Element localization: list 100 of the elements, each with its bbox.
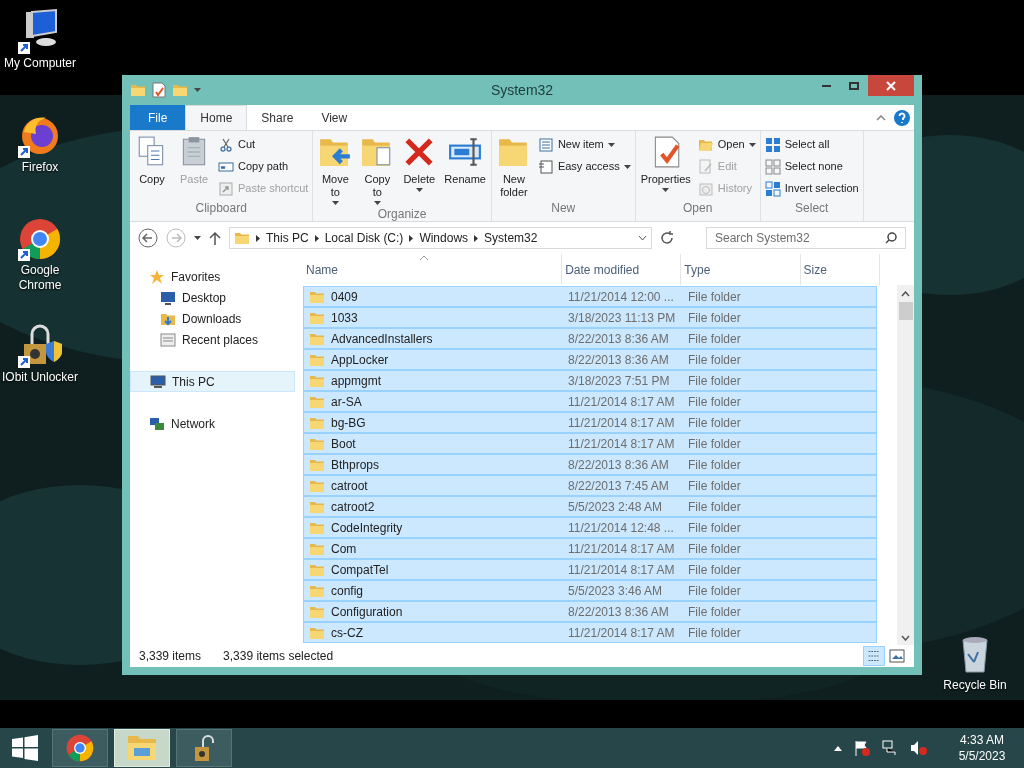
nav-item[interactable]: Favorites	[130, 266, 295, 287]
file-row[interactable]: Boot 11/21/2014 8:17 AM File folder	[303, 433, 877, 454]
file-row[interactable]: CompatTel 11/21/2014 8:17 AM File folder	[303, 559, 877, 580]
type-cell-text: File folder	[687, 498, 742, 516]
file-row[interactable]: Bthprops 8/22/2013 8:36 AM File folder	[303, 454, 877, 475]
group-label: New	[550, 200, 577, 217]
file-row[interactable]: catroot 8/22/2013 7:45 AM File folder	[303, 475, 877, 496]
file-tab[interactable]: File	[130, 105, 186, 130]
file-name: catroot2	[331, 498, 375, 516]
file-name: catroot	[331, 477, 368, 495]
file-row[interactable]: bg-BG 11/21/2014 8:17 AM File folder	[303, 412, 877, 433]
file-row[interactable]: catroot2 5/5/2023 2:48 AM File folder	[303, 496, 877, 517]
group-label: Organize	[376, 206, 428, 223]
status-text: 3,339 items selected	[223, 648, 334, 665]
ribbon-button[interactable]: New item	[535, 135, 633, 154]
file-name: 0409	[331, 288, 358, 306]
breadcrumb-item[interactable]: Local Disk (C:)	[324, 229, 404, 247]
type-cell-text: File folder	[687, 603, 742, 621]
file-row[interactable]: appmgmt 3/18/2023 7:51 PM File folder	[303, 370, 877, 391]
file-name: 1033	[331, 309, 358, 327]
ribbon-button[interactable]: Properties	[637, 135, 694, 192]
nav-item[interactable]: Recent places	[130, 329, 295, 350]
type-cell-text: File folder	[687, 540, 742, 558]
group-label: Open	[682, 200, 714, 217]
nav-item[interactable]: This PC	[130, 371, 295, 392]
search-input[interactable]: Search System32	[715, 229, 885, 247]
date-cell-text: 11/21/2014 8:17 AM	[567, 414, 676, 432]
desktop-icon-label[interactable]: Recycle Bin	[943, 678, 1007, 693]
ribbon-button[interactable]: Cut	[216, 135, 311, 154]
date-cell-text: 8/22/2013 8:36 AM	[567, 330, 670, 348]
breadcrumb-item[interactable]: System32	[484, 229, 538, 247]
ribbon-button[interactable]: Invert selection	[762, 179, 861, 198]
address-bar[interactable]: This PC Local Disk (C:) Windows System32	[229, 227, 652, 249]
file-name: AppLocker	[331, 351, 389, 369]
ribbon-button[interactable]: Copy path	[216, 157, 311, 176]
column-header[interactable]: Type	[681, 254, 801, 285]
ribbon-button[interactable]: Delete	[399, 135, 440, 192]
date-cell-text: 11/21/2014 8:17 AM	[567, 561, 676, 579]
desktop-icon-label[interactable]: My Computer	[4, 56, 76, 71]
file-row[interactable]: ar-SA 11/21/2014 8:17 AM File folder	[303, 391, 877, 412]
ribbon-button[interactable]: Select none	[762, 157, 861, 176]
desktop-icon-label[interactable]: Google Chrome	[0, 263, 80, 293]
ribbon-tab[interactable]: Home	[185, 105, 248, 130]
clock[interactable]: 4:33 AM 5/5/2023	[952, 732, 1012, 764]
file-name: Bthprops	[331, 456, 380, 474]
date-cell-text: 8/22/2013 8:36 AM	[567, 603, 670, 621]
nav-item[interactable]: Downloads	[130, 308, 295, 329]
search-field[interactable]: Search System32	[706, 227, 906, 249]
file-name: CodeIntegrity	[331, 519, 403, 537]
date-cell-text: 3/18/2023 11:13 PM	[567, 309, 677, 327]
file-row[interactable]: AdvancedInstallers 8/22/2013 8:36 AM File folder	[303, 328, 877, 349]
type-cell-text: File folder	[687, 372, 742, 390]
ribbon-button[interactable]: New folder	[493, 135, 534, 199]
file-row[interactable]: 1033 3/18/2023 11:13 PM File folder	[303, 307, 877, 328]
type-cell-text: File folder	[687, 477, 742, 495]
file-name: AdvancedInstallers	[331, 330, 433, 348]
breadcrumb-item[interactable]: Windows	[419, 229, 469, 247]
desktop-icon-label[interactable]: IObit Unlocker	[2, 370, 78, 385]
date-cell-text: 11/21/2014 8:17 AM	[567, 393, 676, 411]
type-cell-text: File folder	[687, 582, 742, 600]
file-name: ar-SA	[331, 393, 362, 411]
date-cell-text: 3/18/2023 7:51 PM	[567, 372, 671, 390]
type-cell-text: File folder	[687, 393, 742, 411]
file-name: Com	[331, 540, 357, 558]
column-header[interactable]: Name	[303, 254, 563, 285]
type-cell-text: File folder	[687, 456, 742, 474]
column-header[interactable]: Size	[800, 254, 880, 285]
ribbon-button[interactable]: Rename	[441, 135, 489, 186]
ribbon-button[interactable]: Copy to	[357, 135, 398, 205]
ribbon-tab[interactable]: Share	[247, 105, 308, 130]
file-row[interactable]: AppLocker 8/22/2013 8:36 AM File folder	[303, 349, 877, 370]
nav-item[interactable]: Desktop	[130, 287, 295, 308]
status-text: 3,339 items	[139, 648, 202, 665]
file-row[interactable]: 0409 11/21/2014 12:00 ... File folder	[303, 286, 877, 307]
desktop-icon-label[interactable]: Firefox	[21, 160, 59, 175]
ribbon-tab[interactable]: View	[307, 105, 362, 130]
type-cell-text: File folder	[687, 519, 742, 537]
date-cell-text: 5/5/2023 3:46 AM	[567, 582, 664, 600]
date-cell-text: 11/21/2014 8:17 AM	[567, 435, 676, 453]
file-row[interactable]: Configuration 8/22/2013 8:36 AM File folder	[303, 601, 877, 622]
type-cell-text: File folder	[687, 309, 742, 327]
file-name: bg-BG	[331, 414, 366, 432]
file-row[interactable]: Com 11/21/2014 8:17 AM File folder	[303, 538, 877, 559]
ribbon-button[interactable]: Move to	[315, 135, 356, 205]
ribbon-button[interactable]: Easy access	[535, 157, 633, 176]
type-cell-text: File folder	[687, 561, 742, 579]
file-row[interactable]: config 5/5/2023 3:46 AM File folder	[303, 580, 877, 601]
nav-item[interactable]: Network	[130, 413, 295, 434]
date-cell-text: 11/21/2014 8:17 AM	[567, 624, 676, 642]
column-header[interactable]: Date modified	[562, 254, 682, 285]
type-cell-text: File folder	[687, 288, 742, 306]
file-name: CompatTel	[331, 561, 389, 579]
type-cell-text: File folder	[687, 414, 742, 432]
ribbon-button[interactable]: Select all	[762, 135, 861, 154]
breadcrumb-item[interactable]: This PC	[266, 229, 309, 247]
date-cell-text: 8/22/2013 7:45 AM	[567, 477, 670, 495]
file-row[interactable]: CodeIntegrity 11/21/2014 12:48 ... File folder	[303, 517, 877, 538]
ribbon-button[interactable]: Copy	[132, 135, 172, 186]
ribbon-button[interactable]: Open	[695, 135, 758, 154]
file-row[interactable]: cs-CZ 11/21/2014 8:17 AM File folder	[303, 622, 877, 643]
